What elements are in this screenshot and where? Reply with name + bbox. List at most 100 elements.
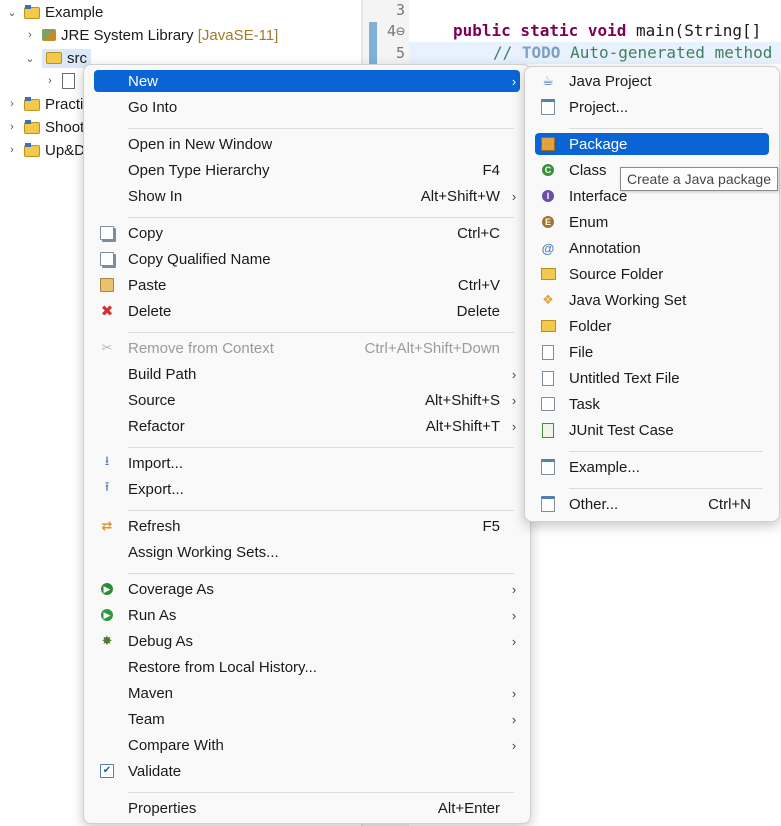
menu-item-label: JUnit Test Case — [569, 421, 674, 439]
menu-item-properties[interactable]: Properties Alt+Enter — [94, 797, 520, 819]
menu-item-label: Validate — [128, 762, 182, 780]
menu-item-shortcut: Ctrl+C — [457, 224, 500, 242]
menu-item-remove-from-context[interactable]: ✂ Remove from Context Ctrl+Alt+Shift+Down — [94, 337, 520, 359]
new-item-file[interactable]: File — [535, 341, 769, 363]
menu-item-build-path[interactable]: Build Path › — [94, 363, 520, 385]
jre-label: JRE System Library — [61, 26, 194, 44]
code-text: main(String[] — [626, 21, 762, 40]
new-item-task[interactable]: Task — [535, 393, 769, 415]
chevron-down-icon[interactable]: ⌄ — [24, 52, 36, 65]
code-line-5: // TODO Auto-generated method — [493, 42, 772, 64]
new-item-enum[interactable]: E Enum — [535, 211, 769, 233]
menu-item-paste[interactable]: Paste Ctrl+V — [94, 274, 520, 296]
new-item-java-working-set[interactable]: ❖ Java Working Set — [535, 289, 769, 311]
menu-item-import[interactable]: ⭳ Import... — [94, 452, 520, 474]
example-icon — [540, 459, 556, 475]
new-item-junit-test-case[interactable]: JUnit Test Case — [535, 419, 769, 441]
chevron-right-icon: › — [511, 633, 517, 649]
java-project-icon — [24, 97, 40, 111]
tree-item-project-4[interactable]: › Up&D — [6, 139, 85, 161]
chevron-right-icon[interactable]: › — [6, 121, 18, 133]
new-item-project[interactable]: Project... — [535, 96, 769, 118]
menu-item-refactor[interactable]: Refactor Alt+Shift+T › — [94, 415, 520, 437]
menu-item-label: Copy — [128, 224, 164, 242]
text-file-icon — [540, 370, 556, 386]
menu-item-validate[interactable]: ✔ Validate — [94, 760, 520, 782]
menu-item-team[interactable]: Team › — [94, 708, 520, 730]
chevron-right-icon[interactable]: › — [24, 29, 36, 41]
refresh-icon: ⇄ — [101, 518, 113, 533]
tree-item-project[interactable]: ⌄ Example — [6, 1, 103, 23]
menu-item-label: Assign Working Sets... — [128, 543, 279, 561]
menu-item-label: Compare With — [128, 736, 224, 754]
menu-item-label: Refactor — [128, 417, 185, 435]
menu-item-export[interactable]: ⭱ Export... — [94, 478, 520, 500]
menu-item-label: New — [128, 72, 159, 90]
chevron-right-icon: › — [511, 737, 517, 753]
new-item-other[interactable]: Other... Ctrl+N — [535, 493, 769, 515]
chevron-right-icon[interactable]: › — [6, 144, 18, 156]
menu-item-delete[interactable]: ✖ Delete Delete — [94, 300, 520, 322]
new-item-package[interactable]: Package — [535, 133, 769, 155]
new-item-folder[interactable]: Folder — [535, 315, 769, 337]
menu-item-label: Java Working Set — [569, 291, 687, 309]
menu-item-run-as[interactable]: ▶ Run As › — [94, 604, 520, 626]
menu-item-label: Build Path — [128, 365, 197, 383]
chevron-right-icon: › — [511, 73, 517, 89]
menu-separator — [128, 128, 514, 129]
menu-item-coverage-as[interactable]: ▶ Coverage As › — [94, 578, 520, 600]
new-item-example[interactable]: Example... — [535, 456, 769, 478]
chevron-right-icon: › — [511, 685, 517, 701]
new-item-source-folder[interactable]: Source Folder — [535, 263, 769, 285]
menu-item-maven[interactable]: Maven › — [94, 682, 520, 704]
menu-item-label: Project... — [569, 98, 629, 116]
java-project-icon: ☕ — [542, 73, 554, 88]
menu-separator — [128, 573, 514, 574]
menu-item-open-in-new-window[interactable]: Open in New Window — [94, 133, 520, 155]
menu-item-shortcut: Delete — [456, 302, 500, 320]
class-icon: C — [540, 162, 556, 178]
menu-item-label: Example... — [569, 458, 640, 476]
chevron-right-icon[interactable]: › — [6, 98, 18, 110]
menu-item-label: Export... — [128, 480, 184, 498]
other-icon — [540, 496, 556, 512]
enum-icon: E — [540, 214, 556, 230]
menu-item-new[interactable]: New › — [94, 70, 520, 92]
menu-item-label: Java Project — [569, 72, 652, 90]
tree-item-package[interactable]: › — [44, 70, 80, 92]
chevron-down-icon[interactable]: ⌄ — [6, 6, 18, 19]
tree-item-project-2[interactable]: › Practic — [6, 93, 91, 115]
tree-item-project-3[interactable]: › Shoot — [6, 116, 84, 138]
new-item-untitled-text-file[interactable]: Untitled Text File — [535, 367, 769, 389]
menu-item-label: Task — [569, 395, 600, 413]
delete-icon: ✖ — [100, 303, 114, 320]
menu-item-label: Open in New Window — [128, 135, 273, 153]
file-icon — [540, 344, 556, 360]
menu-separator — [128, 217, 514, 218]
menu-item-copy[interactable]: Copy Ctrl+C — [94, 222, 520, 244]
menu-item-compare-with[interactable]: Compare With › — [94, 734, 520, 756]
keyword: public static void — [453, 21, 627, 40]
chevron-right-icon[interactable]: › — [44, 75, 56, 87]
menu-item-label: Run As — [128, 606, 177, 624]
menu-item-assign-working-sets[interactable]: Assign Working Sets... — [94, 541, 520, 563]
menu-item-show-in[interactable]: Show In Alt+Shift+W › — [94, 185, 520, 207]
menu-item-go-into[interactable]: Go Into — [94, 96, 520, 118]
menu-item-copy-qualified-name[interactable]: Copy Qualified Name — [94, 248, 520, 270]
menu-item-restore-from-local-history[interactable]: Restore from Local History... — [94, 656, 520, 678]
menu-item-open-type-hierarchy[interactable]: Open Type Hierarchy F4 — [94, 159, 520, 181]
tree-item-jre[interactable]: › JRE System Library [JavaSE-11] — [24, 24, 278, 46]
new-item-annotation[interactable]: @ Annotation — [535, 237, 769, 259]
menu-item-refresh[interactable]: ⇄ Refresh F5 — [94, 515, 520, 537]
comment-prefix: // — [493, 43, 522, 62]
menu-item-debug-as[interactable]: ✸ Debug As › — [94, 630, 520, 652]
new-item-java-project[interactable]: ☕ Java Project — [535, 70, 769, 92]
check-icon: ✔ — [99, 763, 115, 779]
menu-item-label: Class — [569, 161, 607, 179]
line-number[interactable]: 4⊖ — [371, 21, 405, 41]
menu-item-label: Source — [128, 391, 176, 409]
tree-item-src[interactable]: ⌄ src — [24, 47, 91, 69]
annotation-icon: @ — [541, 240, 555, 256]
menu-item-shortcut: Alt+Shift+W — [420, 187, 500, 205]
menu-item-source[interactable]: Source Alt+Shift+S › — [94, 389, 520, 411]
